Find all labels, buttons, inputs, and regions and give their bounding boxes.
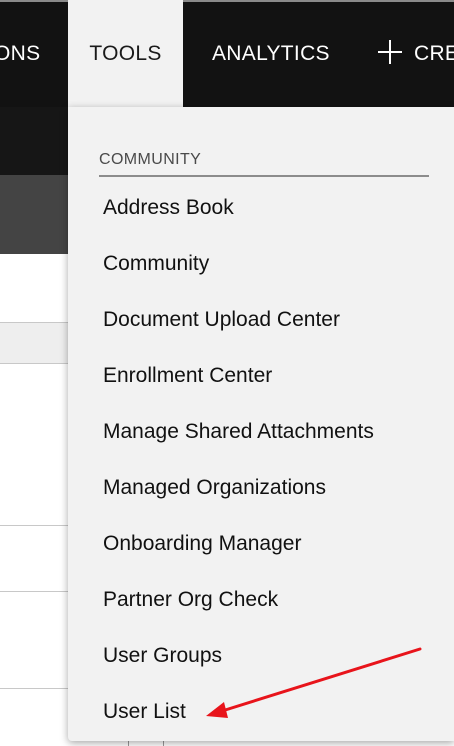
top-nav-bar: ONS TOOLS ANALYTICS CRE [0,0,454,107]
menu-item-document-upload-center[interactable]: Document Upload Center [103,292,374,348]
nav-item-label: TOOLS [89,42,162,65]
menu-item-partner-org-check[interactable]: Partner Org Check [103,572,374,628]
nav-item-label: ONS [0,42,41,65]
menu-list: Address Book Community Document Upload C… [103,180,374,740]
menu-item-user-list[interactable]: User List [103,684,374,740]
menu-item-manage-shared-attachments[interactable]: Manage Shared Attachments [103,404,374,460]
menu-item-community[interactable]: Community [103,236,374,292]
plus-icon [378,40,402,65]
menu-item-onboarding-manager[interactable]: Onboarding Manager [103,516,374,572]
menu-item-address-book[interactable]: Address Book [103,180,374,236]
nav-item-label: ANALYTICS [212,42,330,65]
nav-item-create[interactable]: CRE [378,0,454,107]
nav-item-collaborations[interactable]: ONS [0,0,40,107]
nav-item-analytics[interactable]: ANALYTICS [212,0,330,107]
menu-item-enrollment-center[interactable]: Enrollment Center [103,348,374,404]
nav-item-label: CRE [414,42,454,65]
menu-section-header: COMMUNITY [99,151,429,177]
nav-item-tools[interactable]: TOOLS [68,0,183,107]
tools-dropdown-menu: COMMUNITY Address Book Community Documen… [68,107,454,741]
menu-item-user-groups[interactable]: User Groups [103,628,374,684]
menu-item-managed-organizations[interactable]: Managed Organizations [103,460,374,516]
app-page: ONS TOOLS ANALYTICS CRE COMMUNITY Addres… [0,0,454,746]
